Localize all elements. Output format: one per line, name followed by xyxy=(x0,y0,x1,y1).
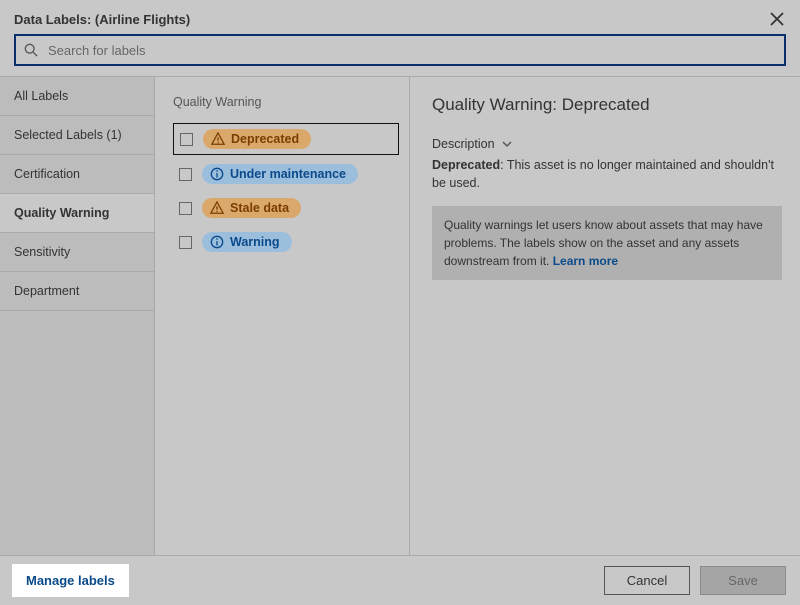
sidebar-item-quality-warning[interactable]: Quality Warning xyxy=(0,194,154,233)
label-row-under-maintenance[interactable]: Under maintenance xyxy=(173,159,399,189)
search-icon xyxy=(24,43,38,57)
cancel-button[interactable]: Cancel xyxy=(604,566,690,595)
sidebar: All Labels Selected Labels (1) Certifica… xyxy=(0,77,155,555)
description-toggle[interactable]: Description xyxy=(432,137,782,151)
label-text: Stale data xyxy=(230,201,289,215)
label-pill: Warning xyxy=(202,232,292,252)
close-button[interactable] xyxy=(768,10,786,28)
label-text: Warning xyxy=(230,235,280,249)
label-row-warning[interactable]: Warning xyxy=(173,227,399,257)
description-body: Deprecated: This asset is no longer main… xyxy=(432,157,782,192)
checkbox[interactable] xyxy=(180,133,193,146)
description-term: Deprecated xyxy=(432,158,500,172)
sidebar-item-department[interactable]: Department xyxy=(0,272,154,311)
label-row-deprecated[interactable]: Deprecated xyxy=(173,123,399,155)
label-text: Deprecated xyxy=(231,132,299,146)
warning-icon xyxy=(211,132,225,146)
warning-icon xyxy=(210,201,224,215)
checkbox[interactable] xyxy=(179,202,192,215)
detail-title: Quality Warning: Deprecated xyxy=(432,95,782,115)
detail-panel: Quality Warning: Deprecated Description … xyxy=(410,77,800,555)
dialog-body: All Labels Selected Labels (1) Certifica… xyxy=(0,76,800,555)
info-icon xyxy=(210,167,224,181)
checkbox[interactable] xyxy=(179,168,192,181)
chevron-down-icon xyxy=(501,138,513,150)
label-pill: Under maintenance xyxy=(202,164,358,184)
sidebar-item-all-labels[interactable]: All Labels xyxy=(0,77,154,116)
search-box[interactable] xyxy=(14,34,786,66)
info-box: Quality warnings let users know about as… xyxy=(432,206,782,280)
label-pill: Deprecated xyxy=(203,129,311,149)
search-input[interactable] xyxy=(46,42,776,59)
description-label: Description xyxy=(432,137,495,151)
sidebar-item-selected-labels[interactable]: Selected Labels (1) xyxy=(0,116,154,155)
dialog-header: Data Labels: (Airline Flights) xyxy=(0,0,800,34)
footer-buttons: Cancel Save xyxy=(604,566,786,595)
learn-more-link[interactable]: Learn more xyxy=(553,254,618,268)
label-list-panel: Quality Warning Deprecated Under mainten… xyxy=(155,77,410,555)
sidebar-item-sensitivity[interactable]: Sensitivity xyxy=(0,233,154,272)
label-pill: Stale data xyxy=(202,198,301,218)
save-button[interactable]: Save xyxy=(700,566,786,595)
sidebar-item-certification[interactable]: Certification xyxy=(0,155,154,194)
dialog-title: Data Labels: (Airline Flights) xyxy=(14,12,190,27)
label-row-stale-data[interactable]: Stale data xyxy=(173,193,399,223)
data-labels-dialog: Data Labels: (Airline Flights) All Label… xyxy=(0,0,800,605)
manage-labels-link[interactable]: Manage labels xyxy=(14,566,127,595)
checkbox[interactable] xyxy=(179,236,192,249)
info-icon xyxy=(210,235,224,249)
label-text: Under maintenance xyxy=(230,167,346,181)
search-row xyxy=(0,34,800,76)
close-icon xyxy=(770,12,784,26)
dialog-footer: Manage labels Cancel Save xyxy=(0,555,800,605)
label-list-title: Quality Warning xyxy=(173,95,399,109)
